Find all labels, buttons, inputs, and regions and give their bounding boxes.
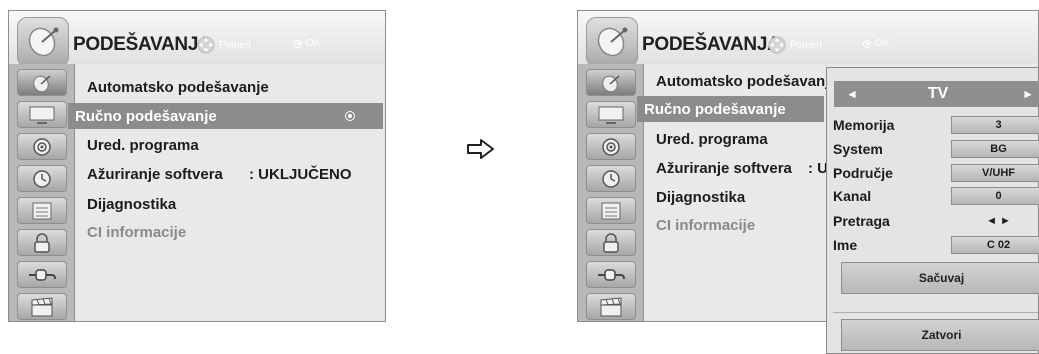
clapper-icon[interactable]	[17, 293, 67, 320]
left-setup-menu: PODEŠAVANJA Pomeri OK Automatsko podešav…	[8, 10, 386, 322]
memory-row[interactable]: Memorija 3	[833, 114, 1039, 136]
nav-hint: Pomeri	[768, 36, 822, 54]
satellite-icon[interactable]	[17, 69, 67, 96]
memory-value[interactable]: 3	[951, 116, 1039, 134]
search-arrows[interactable]: ◄ ►	[951, 212, 1039, 230]
system-value[interactable]: BG	[951, 140, 1039, 158]
options-icon[interactable]	[586, 197, 636, 224]
menu-item-auto-tuning[interactable]: Automatsko podešavanje	[75, 74, 385, 100]
ok-button-icon	[294, 39, 302, 48]
name-label: Ime	[833, 237, 858, 253]
menu-item-manual-tuning[interactable]: Ručno podešavanje	[637, 96, 824, 122]
menu-item-software-update[interactable]: Ažuriranje softvera : UKLJUČENO	[75, 161, 385, 187]
band-label: Područje	[833, 165, 893, 181]
satellite-logo-icon	[17, 17, 69, 67]
menu-title: PODEŠAVANJA	[642, 34, 781, 55]
channel-value[interactable]: 0	[951, 187, 1039, 205]
ok-hint: OK	[294, 38, 320, 49]
menu-item-label: Ured. programa	[87, 136, 199, 154]
band-value[interactable]: V/UHF	[951, 164, 1039, 182]
menu-item-ci-info: CI informacije	[75, 219, 385, 245]
close-button[interactable]: Zatvori	[841, 319, 1039, 351]
next-step-arrow-icon	[467, 139, 494, 159]
memory-label: Memorija	[833, 117, 895, 133]
nav-hint-label: Pomeri	[790, 39, 822, 51]
manual-tuning-popup: ◄ TV ► Memorija 3 System BG Područje V/U…	[826, 67, 1039, 354]
speaker-icon[interactable]	[586, 133, 636, 160]
clock-icon[interactable]	[586, 165, 636, 192]
satellite-logo-icon	[586, 17, 638, 67]
menu-item-label: Dijagnostika	[656, 188, 746, 206]
plug-icon[interactable]	[17, 261, 67, 288]
category-sidebar	[9, 64, 75, 321]
speaker-icon[interactable]	[17, 133, 67, 160]
menu-title: PODEŠAVANJA	[73, 34, 212, 55]
source-label: TV	[927, 85, 949, 102]
satellite-icon[interactable]	[586, 69, 636, 96]
software-update-value: : U	[808, 159, 828, 177]
tv-icon[interactable]	[17, 101, 67, 128]
save-button[interactable]: Sačuvaj	[841, 262, 1039, 294]
band-row[interactable]: Područje V/UHF	[833, 162, 1039, 184]
clock-icon[interactable]	[17, 165, 67, 192]
category-sidebar	[578, 64, 644, 321]
menu-item-program-edit[interactable]: Ured. programa	[75, 132, 385, 158]
nav-hint: Pomeri	[197, 36, 251, 54]
plug-icon[interactable]	[586, 261, 636, 288]
channel-row[interactable]: Kanal 0	[833, 185, 1039, 207]
ok-button-icon	[863, 39, 871, 48]
menu-item-label: Ručno podešavanje	[644, 100, 786, 118]
menu-header: PODEŠAVANJA Pomeri OK	[9, 11, 385, 67]
search-row[interactable]: Pretraga ◄ ►	[833, 210, 1038, 232]
channel-label: Kanal	[833, 188, 872, 204]
search-label: Pretraga	[833, 213, 890, 229]
options-icon[interactable]	[17, 197, 67, 224]
software-update-value: : UKLJUČENO	[249, 165, 352, 183]
menu-item-label: CI informacije	[87, 223, 187, 241]
clapper-icon[interactable]	[586, 293, 636, 320]
dpad-icon	[768, 36, 786, 54]
divider	[833, 312, 1038, 313]
ok-hint-label: OK	[306, 38, 321, 49]
menu-item-label: Automatsko podešavanje	[656, 72, 838, 90]
menu-item-label: Dijagnostika	[87, 195, 177, 213]
system-label: System	[833, 141, 883, 157]
name-value[interactable]: C 02	[951, 236, 1039, 254]
menu-item-label: Automatsko podešavanje	[87, 78, 269, 96]
menu-item-label: Ažuriranje softvera	[656, 159, 792, 177]
source-selector[interactable]: ◄ TV ►	[834, 81, 1039, 107]
menu-item-manual-tuning[interactable]: Ručno podešavanje	[68, 103, 383, 129]
menu-item-label: Ručno podešavanje	[75, 107, 217, 125]
menu-header: PODEŠAVANJA Pomeri OK	[578, 11, 1038, 67]
lock-icon[interactable]	[17, 229, 67, 256]
nav-hint-label: Pomeri	[219, 39, 251, 51]
menu-item-diagnostics[interactable]: Dijagnostika	[75, 191, 385, 217]
ok-hint: OK	[863, 38, 889, 49]
ok-hint-label: OK	[875, 38, 890, 49]
ok-select-icon	[345, 111, 355, 121]
menu-item-label: Ured. programa	[656, 130, 768, 148]
menu-item-label: CI informacije	[656, 216, 756, 234]
menu-item-label: Ažuriranje softvera	[87, 165, 223, 183]
name-row[interactable]: Ime C 02	[833, 234, 1039, 256]
dpad-icon	[197, 36, 215, 54]
tv-icon[interactable]	[586, 101, 636, 128]
lock-icon[interactable]	[586, 229, 636, 256]
system-row[interactable]: System BG	[833, 138, 1039, 160]
